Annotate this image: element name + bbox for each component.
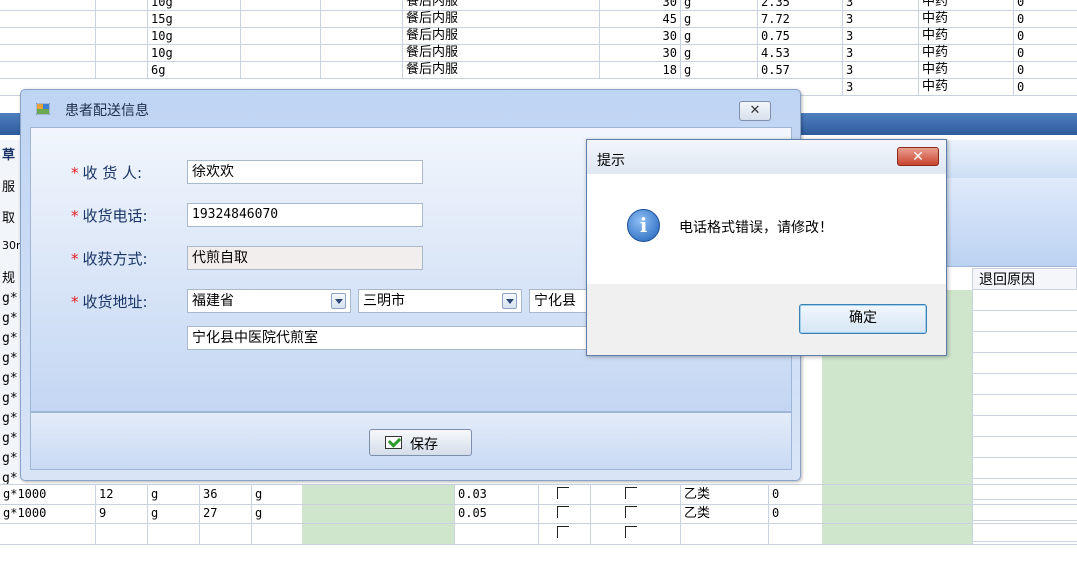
required-star: * <box>71 207 79 225</box>
column-header-return-reason[interactable]: 退回原因 <box>972 268 1077 290</box>
address-detail-field[interactable]: 宁化县中医院代煎室 <box>187 326 589 350</box>
table-row[interactable]: 10g 餐后内服 30 g 0.75 3 中药 0 <box>0 28 1077 45</box>
table-row[interactable]: 15g 餐后内服 45 g 7.72 3 中药 0 <box>0 11 1077 28</box>
checkbox[interactable] <box>538 485 590 504</box>
alert-title: 提示 <box>597 153 625 169</box>
required-star: * <box>71 293 79 311</box>
alert-close-button[interactable]: ✕ <box>897 147 939 166</box>
window-icon <box>36 103 50 115</box>
table-row[interactable]: g*1000 9 g 27 g 0.05 乙类 0 <box>0 504 1077 524</box>
alert-message: 电话格式错误，请修改！ <box>679 220 833 236</box>
table-row[interactable] <box>0 524 1077 545</box>
close-button[interactable]: ✕ <box>739 101 771 121</box>
alert-dialog: 提示 ✕ i 电话格式错误，请修改！ 确定 <box>586 139 947 356</box>
chevron-down-icon[interactable] <box>502 293 517 309</box>
receiver-label: * 收 货 人: <box>71 164 143 182</box>
checkmark-icon <box>385 436 402 449</box>
city-value: 三明市 <box>363 293 405 309</box>
info-icon: i <box>627 209 660 242</box>
province-value: 福建省 <box>192 293 234 309</box>
dialog-titlebar[interactable]: 患者配送信息 ✕ <box>21 90 800 126</box>
close-icon: ✕ <box>912 149 924 165</box>
table-row[interactable]: g*1000 12 g 36 g 0.03 乙类 0 <box>0 484 1077 505</box>
address-label: * 收货地址: <box>71 293 148 311</box>
checkbox[interactable] <box>538 524 590 544</box>
ok-button[interactable]: 确定 <box>799 304 927 334</box>
alert-footer: 确定 <box>587 284 946 355</box>
province-select[interactable]: 福建省 <box>187 289 351 313</box>
table-row[interactable]: 10g 餐后内服 30 g 2.35 3 中药 0 <box>0 0 1077 11</box>
phone-label: * 收货电话: <box>71 207 148 225</box>
alert-titlebar[interactable]: 提示 ✕ <box>587 140 946 174</box>
city-select[interactable]: 三明市 <box>358 289 522 313</box>
close-icon: ✕ <box>749 103 761 118</box>
checkbox[interactable] <box>590 504 680 523</box>
checkbox[interactable] <box>538 504 590 523</box>
required-star: * <box>71 250 79 268</box>
table-row[interactable]: 10g 餐后内服 30 g 4.53 3 中药 0 <box>0 45 1077 62</box>
dialog-title: 患者配送信息 <box>65 103 149 119</box>
save-button[interactable]: 保存 <box>369 429 472 456</box>
phone-field[interactable]: 19324846070 <box>187 203 423 227</box>
county-select[interactable]: 宁化县 <box>529 289 589 313</box>
delivery-method-field[interactable]: 代煎自取 <box>187 246 423 270</box>
table-row[interactable]: 6g 餐后内服 18 g 0.57 3 中药 0 <box>0 62 1077 79</box>
delivery-method-label: * 收获方式: <box>71 250 148 268</box>
save-label: 保存 <box>410 437 438 453</box>
checkbox[interactable] <box>590 524 680 544</box>
chevron-down-icon[interactable] <box>331 293 346 309</box>
receiver-field[interactable]: 徐欢欢 <box>187 160 423 184</box>
checkbox[interactable] <box>590 485 680 504</box>
required-star: * <box>71 164 79 182</box>
